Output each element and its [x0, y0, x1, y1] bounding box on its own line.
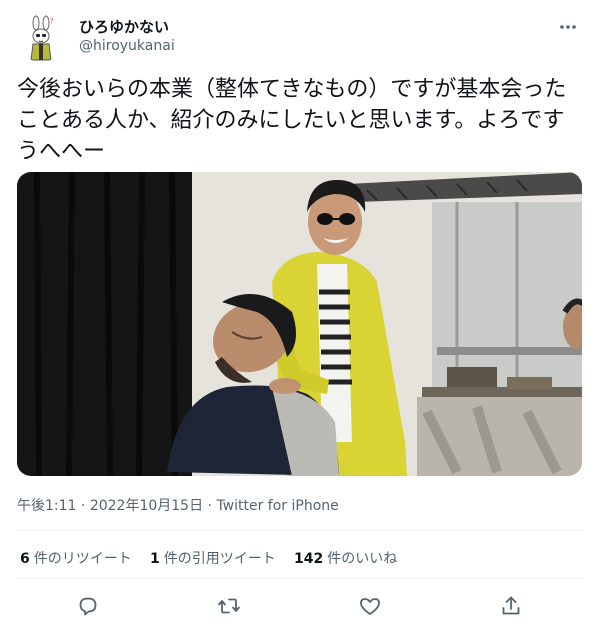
more-icon	[560, 25, 576, 29]
quotes-label: 件の引用ツイート	[163, 551, 276, 567]
tweet-time[interactable]: 午後1:11	[17, 498, 76, 514]
share-button[interactable]	[499, 594, 523, 618]
reply-button[interactable]	[76, 594, 100, 618]
likes-label: 件のいいね	[327, 551, 398, 567]
action-bar	[17, 594, 583, 618]
quotes-stat[interactable]: 1 件の引用ツイート	[150, 548, 276, 568]
tweet-header: ? ひろゆかない @hiroyukanai	[17, 14, 583, 62]
retweets-label: 件のリツイート	[33, 551, 132, 567]
rabbit-avatar-icon: ?	[17, 14, 65, 62]
divider	[17, 530, 583, 531]
tweet-meta: 午後1:11 · 2022年10月15日 · Twitter for iPhon…	[17, 495, 339, 515]
quotes-count: 1	[150, 551, 160, 567]
svg-text:?: ?	[50, 17, 54, 25]
tweet-source[interactable]: Twitter for iPhone	[216, 498, 338, 514]
avatar[interactable]: ?	[17, 14, 65, 62]
share-icon	[502, 596, 520, 615]
reply-icon	[79, 597, 97, 616]
meta-separator: ·	[76, 498, 90, 514]
user-handle[interactable]: @hiroyukanai	[79, 38, 175, 54]
retweets-count: 6	[20, 551, 30, 567]
likes-stat[interactable]: 142 件のいいね	[294, 548, 397, 568]
heart-icon	[360, 598, 380, 615]
photo-image	[17, 172, 582, 476]
display-name[interactable]: ひろゆかない	[79, 16, 169, 37]
like-button[interactable]	[358, 594, 382, 618]
more-button[interactable]	[557, 16, 579, 38]
tweet-date[interactable]: 2022年10月15日	[90, 498, 203, 514]
tweet-text: 今後おいらの本業（整体てきなもの）ですが基本会ったことある人か、紹介のみにしたい…	[17, 77, 567, 164]
retweet-button[interactable]	[217, 594, 241, 618]
tweet-photo[interactable]	[17, 172, 582, 476]
divider	[17, 578, 583, 579]
likes-count: 142	[294, 551, 324, 567]
retweets-stat[interactable]: 6 件のリツイート	[20, 548, 132, 568]
meta-separator: ·	[203, 498, 217, 514]
retweet-icon	[218, 598, 240, 614]
